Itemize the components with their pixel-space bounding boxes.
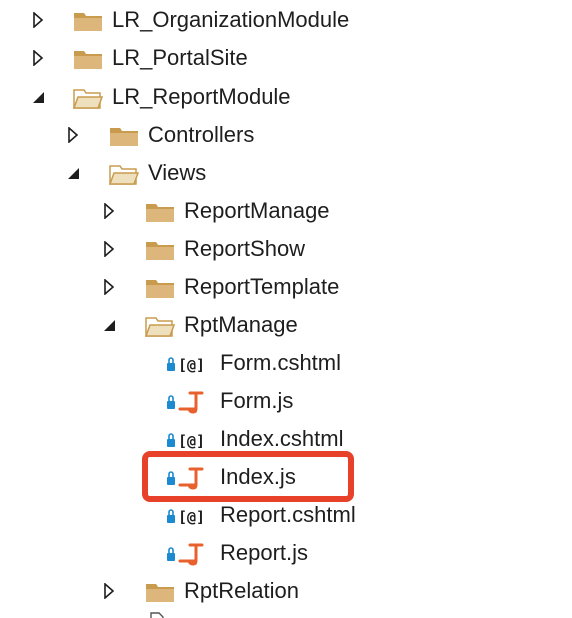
tree-item-rptmanage[interactable]: RptManage [0,306,572,344]
folder-closed-icon [146,584,174,602]
tree-item-report-js[interactable]: Report.js [0,534,572,572]
svg-text:[@]: [@] [178,508,205,526]
svg-text:[@]: [@] [178,356,205,374]
svg-text:[@]: [@] [178,432,205,450]
tree-item-form-cshtml[interactable]: [@] Form.cshtml [0,344,572,382]
expand-arrow-icon[interactable] [101,279,117,295]
tree-item-reportshow[interactable]: ReportShow [0,230,572,268]
expand-arrow-icon[interactable] [30,12,46,28]
folder-open-icon [145,317,175,337]
razor-file-icon: [@] [167,432,205,450]
tree-item-label: Form.js [220,388,294,413]
highlight-box [142,451,354,502]
tree-item-label: LR_PortalSite [112,45,248,70]
tree-item-label: Controllers [148,122,255,147]
tree-item-label: LR_OrganizationModule [112,7,350,32]
folder-open-icon [73,89,103,109]
tree-item-label: RptRelation [184,578,299,603]
tree-item-partial [0,610,572,618]
js-file-icon [167,391,204,414]
razor-file-icon: [@] [167,356,205,374]
folder-closed-icon [110,128,138,146]
folder-open-icon [109,165,139,185]
tree-item-label: Report.cshtml [220,502,356,527]
expand-arrow-icon[interactable] [30,50,46,66]
tree-item-label: ReportManage [184,198,330,223]
tree-item-label: Report.js [220,540,309,565]
tree-item-lr-portalsite[interactable]: LR_PortalSite [0,39,572,77]
tree-item-label: LR_ReportModule [112,84,291,109]
expand-arrow-icon[interactable] [65,127,81,143]
collapse-arrow-icon[interactable] [30,89,46,105]
tree-item-label: Index.cshtml [220,426,344,451]
tree-item-label: RptManage [184,312,298,337]
expand-arrow-icon[interactable] [101,241,117,257]
collapse-arrow-icon[interactable] [101,317,117,333]
tree-item-label: ReportShow [184,236,306,261]
tree-item-lr-reportmodule[interactable]: LR_ReportModule [0,78,572,116]
tree-item-rptrelation[interactable]: RptRelation [0,572,572,610]
folder-closed-icon [146,242,174,260]
tree-item-label: Views [148,160,207,185]
tree-item-reportmanage[interactable]: ReportManage [0,192,572,230]
expand-arrow-icon[interactable] [101,203,117,219]
lock-icon [167,363,175,371]
folder-closed-icon [146,280,174,298]
js-file-icon [167,543,204,566]
file-icon [150,612,164,618]
razor-file-icon: [@] [167,508,205,526]
collapse-arrow-icon[interactable] [65,165,81,181]
folder-closed-icon [74,51,102,69]
folder-closed-icon [146,204,174,222]
folder-closed-icon [74,13,102,31]
tree-item-label: Form.cshtml [220,350,341,375]
tree-item-reporttemplate[interactable]: ReportTemplate [0,268,572,306]
tree-item-form-js[interactable]: Form.js [0,382,572,420]
solution-explorer-tree: LR_OrganizationModule LR_PortalSite LR_R… [0,0,572,618]
tree-item-lr-organizationmodule[interactable]: LR_OrganizationModule [0,1,572,39]
tree-item-controllers[interactable]: Controllers [0,116,572,154]
expand-arrow-icon[interactable] [101,583,117,599]
tree-item-label: ReportTemplate [184,274,340,299]
tree-item-views[interactable]: Views [0,154,572,192]
